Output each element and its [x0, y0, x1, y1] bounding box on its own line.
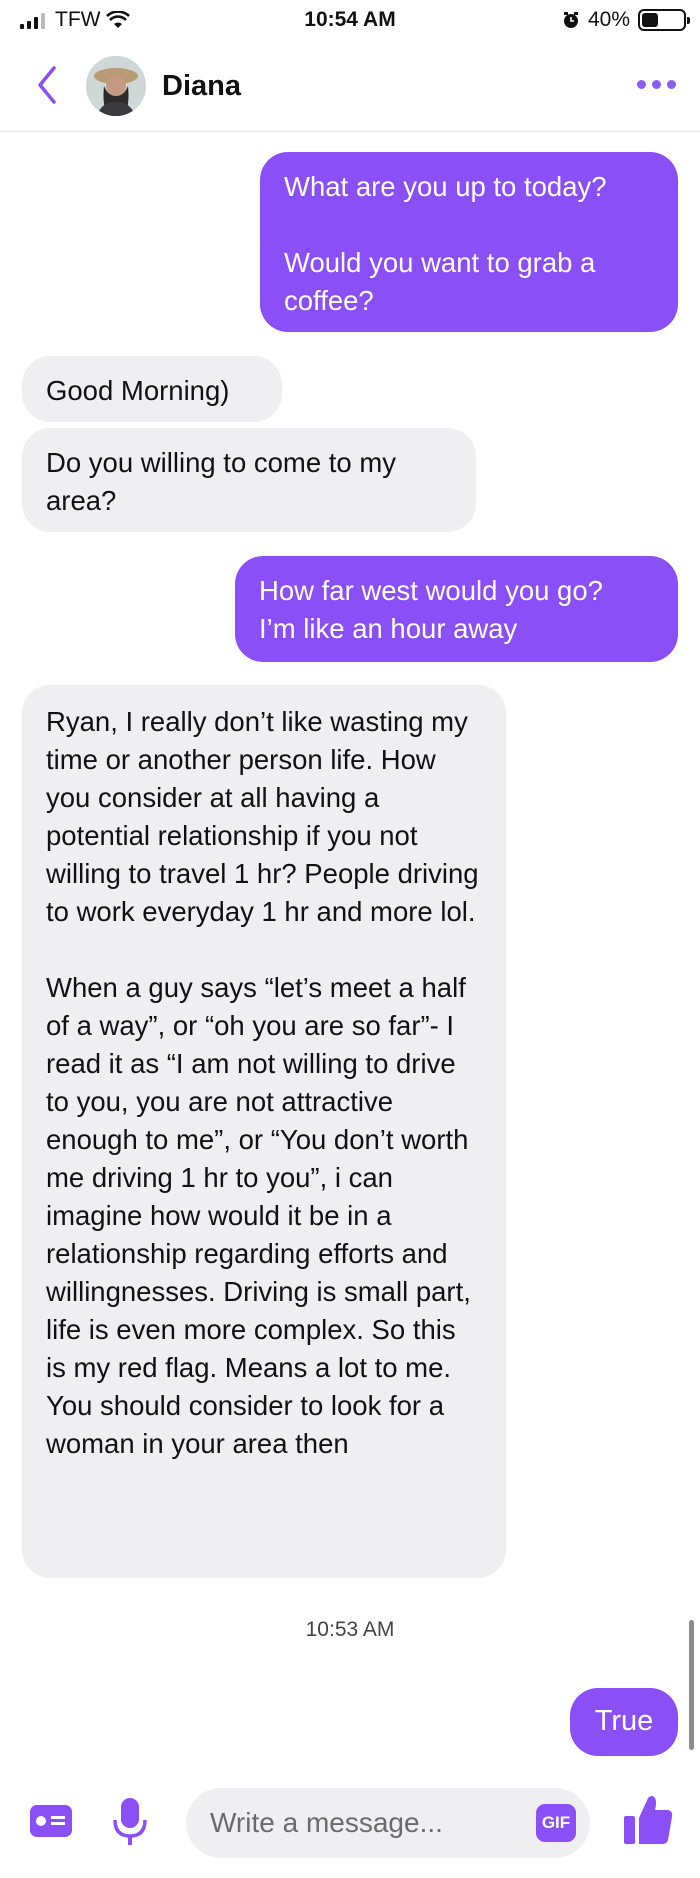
scrollbar[interactable]	[689, 1620, 694, 1750]
thumbs-up-icon[interactable]	[622, 1792, 674, 1848]
avatar-photo	[86, 56, 146, 116]
message-incoming[interactable]: Good Morning)	[22, 356, 282, 422]
gif-button[interactable]: GIF	[536, 1804, 576, 1842]
battery-icon	[638, 9, 690, 31]
battery-percent: 40%	[587, 8, 630, 31]
battery-fill	[642, 13, 658, 27]
contact-name[interactable]: Diana	[162, 70, 241, 103]
message-incoming[interactable]: Do you willing to come to my area?	[22, 428, 476, 532]
microphone-icon[interactable]	[110, 1796, 150, 1848]
message-outgoing[interactable]: True	[570, 1688, 678, 1756]
status-right: 40%	[562, 8, 690, 32]
more-dots-icon[interactable]	[637, 80, 676, 89]
message-timestamp: 10:53 AM	[305, 1618, 395, 1641]
card-icon[interactable]	[30, 1805, 72, 1837]
message-incoming[interactable]: Ryan, I really don’t like wasting my tim…	[22, 685, 506, 1578]
message-input[interactable]	[210, 1788, 510, 1858]
message-outgoing[interactable]: How far west would you go? I’m like an h…	[235, 556, 678, 662]
status-bar: TFW 10:54 AM 40%	[0, 0, 700, 44]
message-composer: GIF	[0, 1770, 700, 1878]
message-input-container[interactable]: GIF	[186, 1788, 590, 1858]
message-outgoing[interactable]: What are you up to today? Would you want…	[260, 152, 678, 332]
alarm-icon	[563, 12, 578, 28]
back-chevron-icon[interactable]	[28, 60, 68, 110]
avatar[interactable]	[86, 56, 146, 116]
chat-header: Diana	[0, 44, 700, 132]
